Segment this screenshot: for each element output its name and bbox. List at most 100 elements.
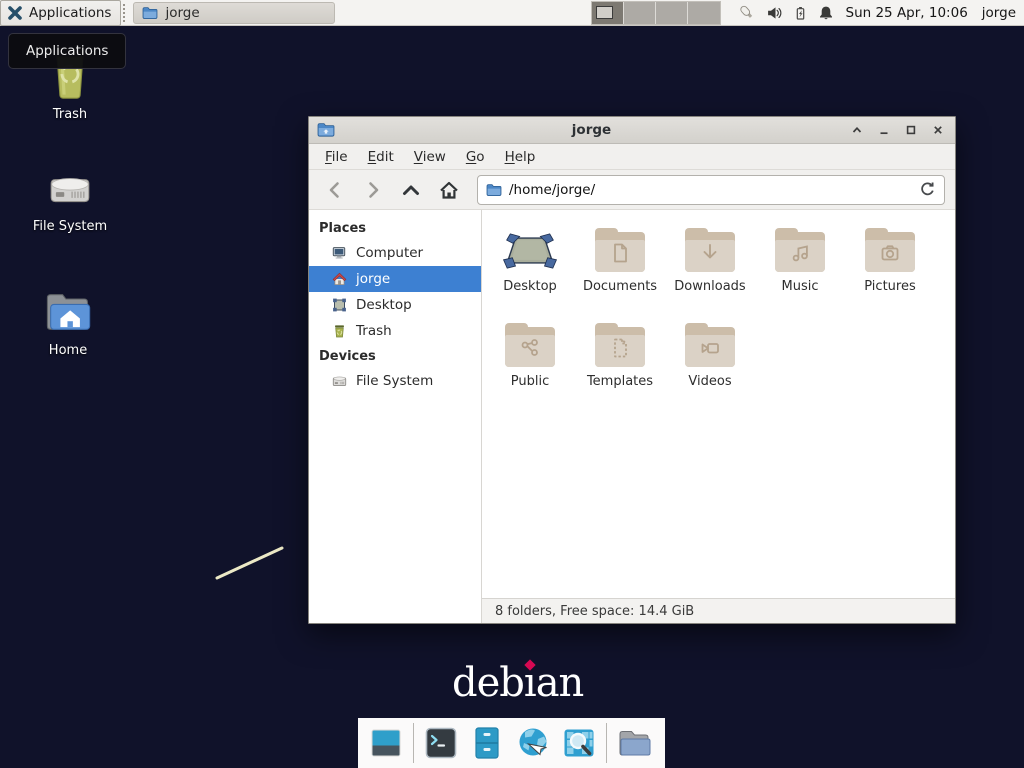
notifications-bell-icon[interactable] bbox=[818, 5, 834, 21]
desktop-icon-label: File System bbox=[33, 219, 107, 234]
terminal-launcher[interactable] bbox=[422, 724, 460, 762]
desktop-icon-file-system[interactable]: File System bbox=[18, 166, 122, 234]
window-folder-icon bbox=[317, 122, 335, 138]
folder-label: Templates bbox=[587, 374, 653, 389]
applications-tooltip: Applications bbox=[8, 33, 126, 69]
app-finder-launcher[interactable] bbox=[560, 724, 598, 762]
workspace-3[interactable] bbox=[656, 2, 688, 24]
home-folder-icon bbox=[42, 288, 94, 336]
folder-label: Desktop bbox=[503, 279, 557, 294]
audio-volume-icon[interactable] bbox=[766, 5, 783, 21]
desktop-icon-label: Trash bbox=[53, 107, 87, 122]
reload-icon[interactable] bbox=[919, 181, 936, 198]
applications-menu-button[interactable]: Applications bbox=[0, 0, 121, 26]
debian-logo-text: an bbox=[536, 660, 584, 706]
template-icon bbox=[607, 335, 633, 361]
workspace-4[interactable] bbox=[688, 2, 720, 24]
sidebar-item-trash[interactable]: Trash bbox=[309, 318, 481, 344]
folder-item-documents[interactable]: Documents bbox=[575, 224, 665, 319]
folder-window-icon bbox=[142, 6, 158, 20]
drive-icon bbox=[331, 373, 348, 389]
location-input[interactable] bbox=[509, 182, 912, 198]
sidebar-item-label: Computer bbox=[356, 245, 423, 261]
up-button[interactable] bbox=[395, 175, 427, 205]
show-desktop-button[interactable] bbox=[367, 724, 405, 762]
file-manager-window: jorge File Edit View Go Help bbox=[308, 116, 956, 624]
trash-icon bbox=[331, 323, 348, 339]
maximize-button[interactable] bbox=[902, 121, 920, 139]
location-folder-icon bbox=[486, 183, 502, 197]
show-desktop-icon bbox=[368, 725, 404, 761]
camera-icon bbox=[877, 240, 903, 266]
terminal-icon bbox=[423, 725, 459, 761]
web-browser-launcher[interactable] bbox=[514, 724, 552, 762]
home-button[interactable] bbox=[433, 175, 465, 205]
folder-item-public[interactable]: Public bbox=[485, 319, 575, 414]
tooltip-text: Applications bbox=[26, 43, 108, 59]
folder-item-templates[interactable]: Templates bbox=[575, 319, 665, 414]
dock-separator bbox=[606, 723, 607, 763]
close-button[interactable] bbox=[929, 121, 947, 139]
folder-label: Downloads bbox=[674, 279, 745, 294]
location-bar[interactable] bbox=[477, 175, 945, 205]
mouse-device-icon[interactable] bbox=[737, 4, 756, 21]
directory-menu-launcher[interactable] bbox=[615, 724, 653, 762]
sidebar-item-computer[interactable]: Computer bbox=[309, 240, 481, 266]
dock bbox=[358, 718, 665, 768]
forward-button[interactable] bbox=[357, 175, 389, 205]
sidebar: Places Computer jorge bbox=[309, 210, 482, 623]
panel-handle[interactable] bbox=[123, 4, 128, 22]
menu-view[interactable]: View bbox=[404, 145, 456, 169]
back-button[interactable] bbox=[319, 175, 351, 205]
menu-bar: File Edit View Go Help bbox=[309, 144, 955, 170]
menu-help[interactable]: Help bbox=[495, 145, 546, 169]
panel-clock[interactable]: Sun 25 Apr, 10:06 bbox=[846, 5, 968, 21]
workspace-1[interactable] bbox=[592, 2, 624, 24]
folder-item-videos[interactable]: Videos bbox=[665, 319, 755, 414]
toolbar bbox=[309, 170, 955, 210]
panel-username[interactable]: jorge bbox=[982, 5, 1016, 21]
taskbar-window-label: jorge bbox=[165, 5, 199, 21]
sidebar-item-label: File System bbox=[356, 373, 433, 389]
debian-logo-text: deb bbox=[452, 660, 524, 706]
workspace-2[interactable] bbox=[624, 2, 656, 24]
battery-charging-icon[interactable] bbox=[793, 5, 808, 21]
menu-edit[interactable]: Edit bbox=[358, 145, 404, 169]
minimize-button[interactable] bbox=[875, 121, 893, 139]
sidebar-item-file-system[interactable]: File System bbox=[309, 368, 481, 394]
folder-grid: Desktop Documents bbox=[482, 210, 955, 598]
shade-button[interactable] bbox=[848, 121, 866, 139]
desktop-icon-home[interactable]: Home bbox=[16, 288, 120, 358]
menu-go[interactable]: Go bbox=[456, 145, 495, 169]
folder-label: Music bbox=[782, 279, 819, 294]
workspace-switcher bbox=[591, 1, 721, 25]
window-titlebar[interactable]: jorge bbox=[309, 117, 955, 144]
folder-label: Videos bbox=[688, 374, 731, 389]
window-body: Places Computer jorge bbox=[309, 210, 955, 623]
video-icon bbox=[697, 335, 723, 361]
debian-logo-i: ı bbox=[524, 660, 536, 706]
sidebar-item-desktop[interactable]: Desktop bbox=[309, 292, 481, 318]
folder-item-music[interactable]: Music bbox=[755, 224, 845, 319]
download-icon bbox=[697, 240, 723, 266]
file-manager-launcher[interactable] bbox=[468, 724, 506, 762]
share-icon bbox=[517, 335, 543, 361]
window-title: jorge bbox=[335, 122, 848, 138]
dock-separator bbox=[413, 723, 414, 763]
debian-logo: debıan bbox=[452, 660, 583, 706]
folder-item-pictures[interactable]: Pictures bbox=[845, 224, 935, 319]
taskbar-window-button[interactable]: jorge bbox=[133, 2, 335, 24]
home-icon bbox=[331, 271, 348, 287]
folder-item-downloads[interactable]: Downloads bbox=[665, 224, 755, 319]
drive-icon bbox=[44, 166, 96, 212]
window-controls bbox=[848, 121, 947, 139]
desktop-icon bbox=[331, 297, 348, 313]
app-finder-icon bbox=[561, 725, 597, 761]
folder-item-desktop[interactable]: Desktop bbox=[485, 224, 575, 319]
menu-file[interactable]: File bbox=[315, 145, 358, 169]
computer-icon bbox=[331, 245, 348, 261]
folder-label: Pictures bbox=[864, 279, 915, 294]
document-icon bbox=[607, 240, 633, 266]
sidebar-item-jorge[interactable]: jorge bbox=[309, 266, 481, 292]
sidebar-item-label: Desktop bbox=[356, 297, 412, 313]
